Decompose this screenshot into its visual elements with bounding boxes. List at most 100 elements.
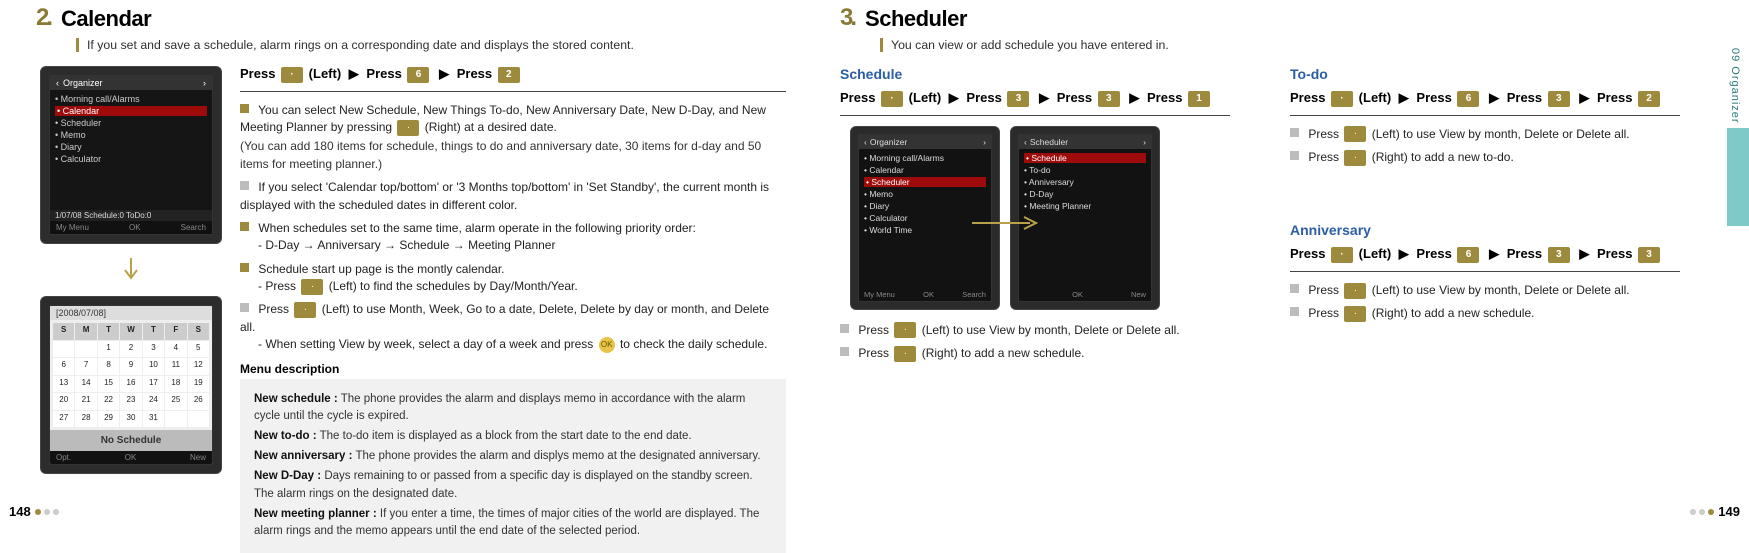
page-dots: [35, 509, 59, 515]
ok-icon: OK: [599, 337, 615, 353]
phone-mockups: ‹Organizer› • Morning call/Alarms• Calen…: [36, 66, 226, 553]
subsection-title: Schedule: [840, 66, 1230, 82]
bullet-item: Press · (Left) to use View by month, Del…: [840, 322, 1230, 339]
calendar-day: 22: [98, 393, 119, 410]
softkey-icon: ·: [397, 120, 419, 136]
calendar-day: 27: [53, 411, 74, 428]
softkey-icon: ·: [1344, 150, 1366, 166]
section-title: Scheduler: [865, 6, 967, 32]
section-tab: [1727, 128, 1749, 226]
press-sequence: Press · (Left) ▶ Press 6 ▶ Press 3 ▶ Pre…: [1290, 90, 1680, 116]
chevron-left-icon: ‹: [1024, 137, 1027, 147]
press-sequence: Press · (Left) ▶ Press 3 ▶ Press 3 ▶ Pre…: [840, 90, 1230, 116]
bullet-icon: [1290, 128, 1299, 137]
calendar-day: 19: [188, 376, 209, 393]
calendar-dow: W: [120, 323, 141, 340]
section-subtitle-text: If you set and save a schedule, alarm ri…: [87, 38, 634, 52]
calendar-day: 30: [120, 411, 141, 428]
calendar-day: 3: [143, 341, 164, 358]
softkey-icon: ·: [894, 322, 916, 338]
section-subtitle: You can view or add schedule you have en…: [880, 38, 1710, 52]
section-subtitle-text: You can view or add schedule you have en…: [891, 38, 1169, 52]
list-item: • Memo: [55, 130, 207, 140]
calendar-dow: T: [98, 323, 119, 340]
bullet-item: You can select New Schedule, New Things …: [240, 102, 786, 174]
calendar-day: 24: [143, 393, 164, 410]
calendar-day: 20: [53, 393, 74, 410]
accent-bar: [76, 38, 79, 52]
menu-description-row: New D-Day : Days remaining to or passed …: [254, 468, 772, 504]
softkey-icon: ·: [1331, 247, 1353, 263]
section-title: Calendar: [61, 6, 151, 32]
softkey-icon: ·: [1331, 91, 1353, 107]
calendar-day: [188, 411, 209, 428]
numkey-icon: 3: [1638, 247, 1660, 263]
chevron-right-icon: ›: [1143, 137, 1146, 147]
phone-organizer: ‹Organizer› • Morning call/Alarms• Calen…: [850, 126, 1000, 310]
calendar-day: 9: [120, 358, 141, 375]
list-item: • Anniversary: [1024, 177, 1146, 187]
calendar-day: 17: [143, 376, 164, 393]
press-sequence: Press · (Left) ▶ Press 6 ▶ Press 3 ▶ Pre…: [1290, 246, 1680, 272]
list-item: • Calculator: [864, 213, 986, 223]
list-item: • Memo: [864, 189, 986, 199]
calendar-day: 8: [98, 358, 119, 375]
list-item: • Morning call/Alarms: [864, 153, 986, 163]
chevron-left-icon: ‹: [864, 137, 867, 147]
calendar-day: [53, 341, 74, 358]
calendar-dow: S: [188, 323, 209, 340]
numkey-icon: 3: [1007, 91, 1029, 107]
phone-scheduler: ‹Scheduler› • Schedule• To-do• Anniversa…: [1010, 126, 1160, 310]
section-subtitle: If you set and save a schedule, alarm ri…: [76, 38, 786, 52]
softkey-icon: ·: [1344, 126, 1366, 142]
section-tab-label: 09 Organizer: [1729, 48, 1741, 124]
bullet-item: When schedules set to the same time, ala…: [240, 220, 786, 255]
list-item: • Scheduler: [55, 118, 207, 128]
bullet-item: Press · (Right) to add a new schedule.: [840, 345, 1230, 362]
menu-description-row: New anniversary : The phone provides the…: [254, 448, 772, 466]
section-number: 3.: [840, 4, 857, 32]
list-item: • Meeting Planner: [1024, 201, 1146, 211]
numkey-icon: 2: [1638, 91, 1660, 107]
numkey-icon: 6: [1457, 91, 1479, 107]
bullet-icon: [1290, 151, 1299, 160]
calendar-day: 15: [98, 376, 119, 393]
section-number: 2.: [36, 4, 53, 32]
softkey-icon: ·: [881, 91, 903, 107]
calendar-day: 11: [165, 358, 186, 375]
bullet-icon: [1290, 307, 1299, 316]
list-item: • Calculator: [55, 154, 207, 164]
menu-description-row: New schedule : The phone provides the al…: [254, 391, 772, 427]
bullet-item: Press · (Left) to use View by month, Del…: [1290, 126, 1680, 143]
list-item: • Diary: [864, 201, 986, 211]
numkey-icon: 3: [1098, 91, 1120, 107]
calendar-day: 1: [98, 341, 119, 358]
menu-description-row: New to-do : The to-do item is displayed …: [254, 428, 772, 446]
calendar-day: 31: [143, 411, 164, 428]
accent-bar: [880, 38, 883, 52]
page-dots: [1690, 509, 1714, 515]
calendar-day: 18: [165, 376, 186, 393]
numkey-icon: 3: [1548, 91, 1570, 107]
page-number-left: 148: [9, 504, 59, 519]
softkey-icon: ·: [294, 302, 316, 318]
phone-organizer: ‹Organizer› • Morning call/Alarms• Calen…: [40, 66, 222, 244]
numkey-icon: 3: [1548, 247, 1570, 263]
list-item: • Diary: [55, 142, 207, 152]
list-item: • Morning call/Alarms: [55, 94, 207, 104]
numkey-icon: 2: [498, 67, 520, 83]
page-number-right-value: 149: [1718, 504, 1740, 519]
list-item: • Scheduler: [864, 177, 986, 187]
bullet-item: Press · (Left) to use View by month, Del…: [1290, 282, 1680, 299]
calendar-day: 25: [165, 393, 186, 410]
calendar-day: 16: [120, 376, 141, 393]
bullet-icon: [240, 263, 249, 272]
status-line: 1/07/08 Schedule:0 ToDo:0: [50, 210, 212, 221]
bullet-icon: [840, 324, 849, 333]
list-item: • Calendar: [55, 106, 207, 116]
list-item: • D-Day: [1024, 189, 1146, 199]
calendar-day: 28: [75, 411, 96, 428]
calendar-day: 12: [188, 358, 209, 375]
bullet-icon: [240, 104, 249, 113]
page-number-right: 149: [1690, 504, 1740, 519]
